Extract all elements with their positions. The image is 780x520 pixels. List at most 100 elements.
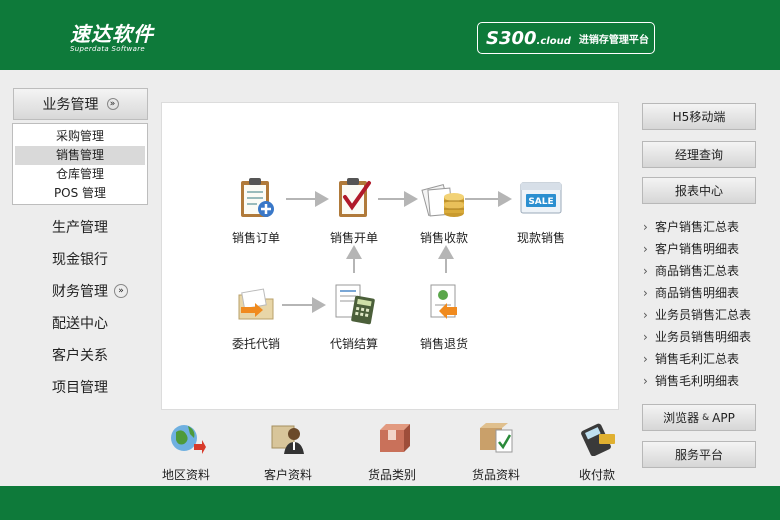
shortcut-label: 货品类别 <box>367 468 416 482</box>
box-category-icon <box>380 424 410 452</box>
logo-text: 速达软件 <box>70 22 154 46</box>
shortcut-label: 客户资料 <box>263 468 312 482</box>
product-badge: S300 .cloud 进销存管理平台 <box>477 22 655 54</box>
folder-arrow-icon <box>238 288 274 320</box>
report-link-salesperson-summary[interactable]: › 业务员销售汇总表 <box>643 306 751 323</box>
report-link-product-sales-summary[interactable]: › 商品销售汇总表 <box>643 262 739 279</box>
report-link-label: 客户销售汇总表 <box>655 220 740 234</box>
business-submenu: 采购管理 销售管理 仓库管理 POS 管理 <box>12 123 148 205</box>
report-center-button[interactable]: 报表中心 <box>642 177 756 204</box>
nav-business-management[interactable]: 业务管理 » <box>13 88 148 120</box>
chevron-right-icon: › <box>643 242 648 256</box>
calculator-icon <box>335 284 375 325</box>
chevron-down-icon: » <box>106 98 119 110</box>
nav-customer-relations[interactable]: 客户关系 <box>52 345 108 365</box>
report-link-customer-sales-detail[interactable]: › 客户销售明细表 <box>643 240 739 257</box>
shortcut-label: 地区资料 <box>161 468 210 482</box>
shortcut-product-category[interactable]: 货品类别 <box>352 420 432 483</box>
flow-node-sales-invoice[interactable]: 销售开单 <box>314 175 394 246</box>
logo-subtext: Superdata Software <box>70 45 146 53</box>
flow-node-sales-order[interactable]: 销售订单 <box>216 175 296 246</box>
globe-icon <box>171 425 206 454</box>
browser-app-button[interactable]: 浏览器 & APP <box>642 404 756 431</box>
flow-node-sales-receipt[interactable]: 销售收款 <box>404 175 484 246</box>
report-link-label: 客户销售明细表 <box>655 242 740 256</box>
report-link-label: 业务员销售明细表 <box>655 330 752 344</box>
shortcut-region-data[interactable]: 地区资料 <box>146 420 226 483</box>
nav-project[interactable]: 项目管理 <box>52 377 108 397</box>
flow-node-label: 销售退货 <box>419 337 468 351</box>
flow-node-label: 销售开单 <box>329 231 378 245</box>
top-banner: 速达软件 Superdata Software S300 .cloud 进销存管… <box>0 0 780 70</box>
app-label: APP <box>712 410 735 425</box>
nav-cash-bank[interactable]: 现金银行 <box>52 249 108 269</box>
return-doc-icon <box>430 284 457 319</box>
report-link-customer-sales-summary[interactable]: › 客户销售汇总表 <box>643 218 739 235</box>
svg-text:SALE: SALE <box>528 197 553 207</box>
chevron-right-icon: › <box>643 286 648 300</box>
product-code: S300 <box>486 27 537 49</box>
coins-icon <box>421 183 464 217</box>
nav-finance-label: 财务管理 <box>52 284 108 300</box>
clipboard-order-icon <box>241 178 274 217</box>
chevron-down-icon: » <box>114 284 128 298</box>
nav-distribution[interactable]: 配送中心 <box>52 313 108 333</box>
nav-production-label: 生产管理 <box>52 220 108 236</box>
nav-production[interactable]: 生产管理 <box>52 217 108 237</box>
flow-node-consignment[interactable]: 委托代销 <box>216 281 296 352</box>
product-description: 进销存管理平台 <box>578 34 649 46</box>
flow-node-cash-sale[interactable]: SALE 现款销售 <box>501 175 581 246</box>
nav-customer-relations-label: 客户关系 <box>52 348 108 364</box>
sales-flow-panel: 销售订单 销售开单 销售收款 SALE 现款销售 委托代销 代销结算 销售退货 <box>161 102 619 410</box>
nav-finance[interactable]: 财务管理 » <box>52 281 128 301</box>
sale-tag-icon: SALE <box>520 182 562 214</box>
submenu-item-sales[interactable]: 销售管理 <box>15 146 145 165</box>
shortcut-label: 货品资料 <box>471 468 520 482</box>
report-link-label: 商品销售汇总表 <box>655 264 740 278</box>
submenu-item-warehouse[interactable]: 仓库管理 <box>15 165 145 184</box>
report-link-gross-profit-summary[interactable]: › 销售毛利汇总表 <box>643 350 739 367</box>
nav-project-label: 项目管理 <box>52 380 108 396</box>
report-link-gross-profit-detail[interactable]: › 销售毛利明细表 <box>643 372 739 389</box>
manager-query-button[interactable]: 经理查询 <box>642 141 756 168</box>
report-link-label: 销售毛利汇总表 <box>655 352 740 366</box>
flow-node-label: 代销结算 <box>329 337 378 351</box>
report-link-product-sales-detail[interactable]: › 商品销售明细表 <box>643 284 739 301</box>
chevron-right-icon: › <box>643 330 648 344</box>
shortcut-product-data[interactable]: 货品资料 <box>456 420 536 483</box>
chevron-right-icon: › <box>643 264 648 278</box>
flow-arrows <box>282 191 512 313</box>
shortcut-payment[interactable]: 收付款 <box>557 420 637 483</box>
report-center-label: 报表中心 <box>674 184 723 198</box>
box-doc-icon <box>480 423 513 453</box>
flow-node-label: 委托代销 <box>231 337 280 351</box>
chevron-right-icon: › <box>643 352 648 366</box>
h5-mobile-label: H5移动端 <box>672 110 726 124</box>
card-terminal-icon <box>581 423 615 457</box>
report-link-label: 业务员销售汇总表 <box>655 308 752 322</box>
flow-node-consignment-settlement[interactable]: 代销结算 <box>314 281 394 352</box>
h5-mobile-button[interactable]: H5移动端 <box>642 103 756 130</box>
submenu-item-pos[interactable]: POS 管理 <box>15 184 145 203</box>
submenu-item-purchase[interactable]: 采购管理 <box>15 127 145 146</box>
clipboard-check-icon <box>339 178 371 217</box>
service-platform-label: 服务平台 <box>674 448 723 462</box>
flow-node-sales-return[interactable]: 销售退货 <box>404 281 484 352</box>
browser-label: 浏览器 <box>663 411 700 425</box>
shortcut-customer-data[interactable]: 客户资料 <box>248 420 328 483</box>
browser-amp: & <box>702 412 710 423</box>
chevron-right-icon: › <box>643 374 648 388</box>
manager-query-label: 经理查询 <box>674 148 723 162</box>
nav-cash-bank-label: 现金银行 <box>52 252 108 268</box>
report-link-label: 销售毛利明细表 <box>655 374 740 388</box>
flow-node-label: 销售订单 <box>231 231 280 245</box>
nav-business-management-label: 业务管理 <box>42 97 99 113</box>
service-platform-button[interactable]: 服务平台 <box>642 441 756 468</box>
chevron-right-icon: › <box>643 308 648 322</box>
chevron-right-icon: › <box>643 220 648 234</box>
flow-node-label: 现款销售 <box>516 231 565 245</box>
report-link-label: 商品销售明细表 <box>655 286 740 300</box>
customer-icon <box>271 425 304 454</box>
report-link-salesperson-detail[interactable]: › 业务员销售明细表 <box>643 328 751 345</box>
company-logo: 速达软件 Superdata Software <box>70 18 154 53</box>
